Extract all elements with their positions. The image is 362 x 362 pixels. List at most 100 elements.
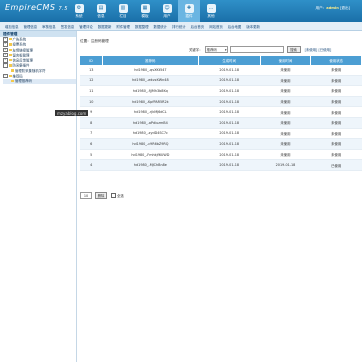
menu-item[interactable]: 增加信息: [5, 24, 19, 29]
menu-item[interactable]: 排行统计: [172, 24, 186, 29]
cell-code: hd1980_-wkvzXWn48: [102, 75, 199, 87]
menu-item[interactable]: 签发信息: [61, 24, 75, 29]
table-row[interactable]: 13 hd1980_-qvXKt547 2019-01-18 未使用 未使用: [80, 65, 362, 76]
cell-status: 未使用: [310, 117, 362, 129]
file-icon: [11, 79, 14, 82]
select-all-checkbox[interactable]: [111, 193, 116, 198]
menu-item[interactable]: 网站首页: [209, 24, 223, 29]
cell-used-time: 未使用: [260, 128, 311, 140]
quick-menu: 增加信息 管理信息 审核信息 签发信息 管理评论 数据更新 附件管理 数据整理 …: [0, 22, 362, 31]
page-size-input[interactable]: 10: [80, 192, 92, 199]
menu-item[interactable]: 审核信息: [42, 24, 56, 29]
col-code: 推荐码: [102, 56, 199, 65]
cell-code: hd1980_-rjkMJ6dCL: [102, 106, 199, 118]
cell-status: 未使用: [310, 65, 362, 76]
collapse-icon[interactable]: −: [3, 73, 8, 78]
nav-system[interactable]: ⚙ 系统: [68, 0, 90, 22]
tree-item-code-manage[interactable]: 管理推荐码: [3, 78, 76, 84]
cell-created: 2019-01-18: [198, 75, 261, 87]
table-row[interactable]: 10 hd1980_-KpfPAR5R2k 2019-01-18 未使用 未使用: [80, 96, 362, 108]
menu-item[interactable]: 管理评论: [79, 24, 93, 29]
cell-id: 4: [80, 159, 103, 171]
cell-code: hd1980_-MJChBn8e: [102, 159, 199, 171]
table-row[interactable]: 4 hd1980_-MJChBn8e 2019-01-18 2019-01-18 已使用: [80, 159, 362, 171]
table-row[interactable]: 12 hd1980_-wkvzXWn48 2019-01-18 未使用 未使用: [80, 75, 362, 87]
folder-icon: [8, 48, 12, 51]
menu-item[interactable]: 版本更新: [246, 24, 260, 29]
cell-created: 2019-01-18: [198, 96, 261, 108]
nav-other[interactable]: … 其他: [200, 0, 222, 22]
cell-code: hd1980_-qvXKt547: [102, 65, 199, 76]
cell-created: 2019-01-18: [198, 85, 261, 97]
cell-id: 8: [80, 117, 103, 129]
table-row[interactable]: 8 hd1980_-aPdiuzmB4 2019-01-18 未使用 未使用: [80, 117, 362, 129]
cell-created: 2019-01-18: [198, 159, 261, 171]
menu-item[interactable]: 后台首页: [191, 24, 205, 29]
table-row[interactable]: 7 hd1980_-zydD4SC7c 2019-01-18 未使用 未使用: [80, 128, 362, 140]
cell-id: 12: [80, 75, 103, 87]
folder-icon: [8, 53, 12, 57]
search-button[interactable]: 搜索: [286, 46, 301, 53]
search-input[interactable]: [229, 46, 284, 53]
cell-code: hd1980_-c9R6bZ9RQ: [102, 138, 199, 150]
col-used-time: 使用时间: [260, 56, 312, 65]
folder-icon: [8, 59, 12, 62]
status-filter-links[interactable]: [未使用] [已使用]: [305, 47, 332, 52]
top-nav: ⚙ 系统 ▤ 信息 ▥ 栏目 ▦ 模板 ☺ 用户 ✚ 插件 … 其他: [68, 0, 222, 22]
table-row[interactable]: 9 hd1980_-rjkMJ6dCL 2019-01-18 未使用 未使用: [80, 106, 362, 118]
menu-item[interactable]: 后台地图: [228, 24, 242, 29]
table-row[interactable]: 5 hd1980_-Fmhkjf6UWD 2019-01-18 未使用 未使用: [80, 149, 362, 161]
cell-id: 7: [80, 128, 103, 140]
user-info: 用户：admin [退出]: [315, 6, 350, 10]
cell-created: 2019-01-18: [198, 149, 261, 161]
code-table: ID 推荐码 生成时间 使用时间 使用状态 13 hd1980_-qvXKt547…: [80, 56, 362, 171]
cell-status: 未使用: [310, 106, 362, 118]
nav-plugin[interactable]: ✚ 插件: [178, 0, 200, 22]
file-icon: [11, 69, 14, 72]
expand-icon[interactable]: +: [3, 37, 8, 42]
search-label: 关键字：: [189, 48, 203, 52]
expand-icon[interactable]: +: [3, 52, 8, 58]
select-all-label: 全选: [117, 194, 124, 198]
search-bar: 关键字： 推荐码 ▾ 搜索 [未使用] [已使用]: [189, 46, 331, 53]
nav-user[interactable]: ☺ 用户: [156, 0, 178, 22]
nav-template[interactable]: ▦ 模板: [134, 0, 156, 22]
menu-item[interactable]: 数据更新: [98, 24, 112, 29]
document-icon: ▤: [96, 3, 106, 13]
menu-item[interactable]: 管理信息: [24, 24, 38, 29]
menu-item[interactable]: 数据整理: [135, 24, 149, 29]
expand-icon[interactable]: +: [3, 58, 8, 63]
cell-code: hd1980_-aPdiuzmB4: [102, 117, 199, 129]
cell-id: 13: [80, 65, 103, 76]
menu-item[interactable]: 数据统计: [154, 24, 168, 29]
col-created: 生成时间: [198, 56, 261, 65]
expand-icon[interactable]: +: [3, 47, 8, 52]
more-icon: …: [206, 3, 216, 13]
table-row[interactable]: 6 hd1980_-c9R6bZ9RQ 2019-01-18 未使用 未使用: [80, 138, 362, 150]
table-row[interactable]: 11 hd1980_-fjJMh3b8Kq 2019-01-18 未使用 未使用: [80, 85, 362, 97]
cell-used-time: 未使用: [260, 149, 311, 161]
logout-link[interactable]: [退出]: [340, 6, 350, 10]
folder-icon: [8, 38, 12, 41]
nav-column[interactable]: ▥ 栏目: [112, 0, 134, 22]
cell-status: 已使用: [310, 159, 362, 171]
breadcrumb: 位置：注册码管理: [80, 39, 109, 43]
cell-created: 2019-01-18: [198, 117, 261, 129]
chevron-down-icon: ▾: [224, 47, 227, 52]
collapse-icon[interactable]: −: [3, 63, 8, 68]
cell-code: hd1980_-zydD4SC7c: [102, 128, 199, 140]
cell-used-time: 未使用: [260, 138, 311, 150]
gear-icon: ⚙: [74, 3, 84, 13]
cell-id: 11: [80, 85, 103, 97]
search-field-select[interactable]: 推荐码 ▾: [204, 46, 228, 53]
cell-code: hd1980_-Fmhkjf6UWD: [102, 149, 199, 161]
table-header: ID 推荐码 生成时间 使用时间 使用状态: [80, 56, 362, 65]
folder-icon: [8, 43, 12, 46]
plugin-icon: ✚: [184, 3, 194, 13]
cell-status: 未使用: [310, 75, 362, 87]
cell-status: 未使用: [310, 149, 362, 161]
menu-item[interactable]: 附件管理: [116, 24, 130, 29]
delete-button[interactable]: 删除: [95, 192, 107, 199]
nav-info[interactable]: ▤ 信息: [90, 0, 112, 22]
expand-icon[interactable]: +: [3, 42, 8, 47]
